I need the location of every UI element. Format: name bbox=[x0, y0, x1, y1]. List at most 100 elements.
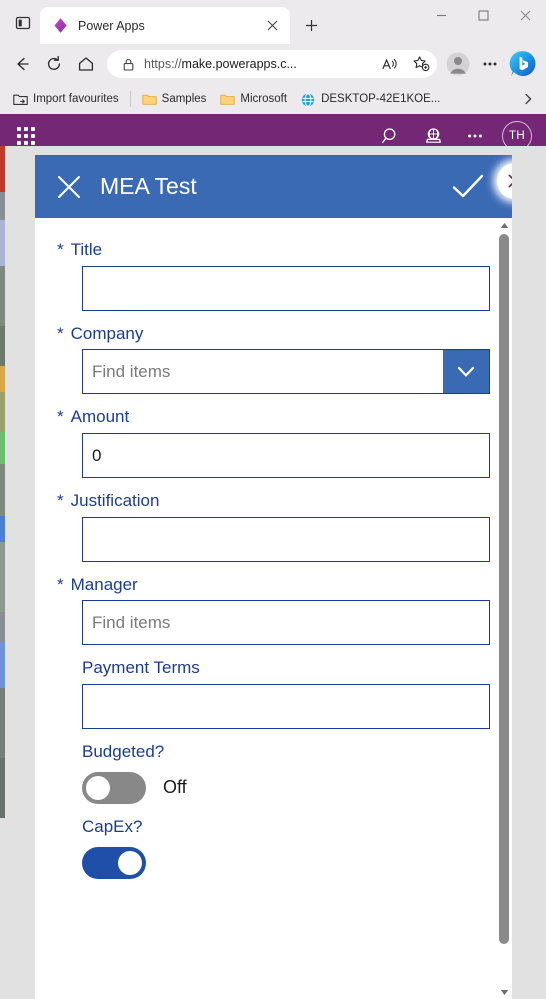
profile-avatar-icon[interactable] bbox=[443, 49, 473, 79]
lock-icon bbox=[121, 57, 136, 72]
browser-titlebar: Power Apps bbox=[0, 0, 546, 44]
budgeted-toggle[interactable] bbox=[82, 771, 146, 804]
form-body: * Title * Company Find items * Amount 0 … bbox=[35, 218, 512, 999]
field-label-row: * Title bbox=[57, 234, 490, 266]
input-placeholder: Find items bbox=[92, 612, 171, 632]
window-controls bbox=[420, 0, 546, 44]
required-asterisk: * bbox=[57, 240, 64, 259]
bookmarks-overflow-chevron-right-icon[interactable] bbox=[516, 87, 540, 111]
budgeted-toggle-row: Off bbox=[82, 768, 490, 804]
read-aloud-icon[interactable] bbox=[377, 52, 401, 76]
import-favourites-icon bbox=[13, 93, 28, 106]
field-payment-terms: Payment Terms bbox=[57, 652, 490, 730]
field-label: Payment Terms bbox=[82, 658, 200, 678]
budgeted-toggle-state-label: Off bbox=[163, 777, 187, 798]
manager-people-picker[interactable]: Find items bbox=[82, 600, 490, 646]
bookmark-label: Import favourites bbox=[33, 93, 119, 105]
refresh-icon[interactable] bbox=[39, 49, 69, 79]
field-label: Amount bbox=[70, 407, 130, 427]
field-label: Company bbox=[70, 323, 144, 343]
field-label-row: Payment Terms bbox=[57, 652, 490, 684]
browser-settings-ellipsis-icon[interactable] bbox=[475, 49, 505, 79]
field-capex: CapEx? bbox=[57, 811, 490, 879]
field-label: Manager bbox=[70, 574, 138, 594]
combobox-placeholder: Find items bbox=[92, 361, 171, 381]
input-value: 0 bbox=[92, 445, 102, 465]
tab-list-icon[interactable] bbox=[6, 6, 40, 40]
form-scrollbar[interactable] bbox=[496, 218, 512, 999]
tab-strip: Power Apps bbox=[0, 0, 420, 44]
tab-title: Power Apps bbox=[78, 18, 145, 33]
form-title: MEA Test bbox=[100, 173, 197, 199]
window-maximize-button[interactable] bbox=[462, 0, 504, 31]
toggle-knob bbox=[86, 775, 110, 800]
field-label-row: * Justification bbox=[57, 485, 490, 517]
bookmark-microsoft[interactable]: Microsoft bbox=[213, 90, 294, 109]
field-budgeted: Budgeted? Off bbox=[57, 736, 490, 804]
field-label: CapEx? bbox=[82, 816, 143, 836]
scrollbar-thumb[interactable] bbox=[499, 234, 509, 944]
capex-toggle[interactable] bbox=[82, 846, 146, 879]
browser-tab[interactable]: Power Apps bbox=[40, 7, 290, 44]
browser-toolbar: https://make.powerapps.c... bbox=[0, 44, 546, 84]
form-cancel-x-icon[interactable] bbox=[51, 169, 87, 205]
required-asterisk: * bbox=[57, 574, 64, 594]
floating-close-button[interactable] bbox=[497, 163, 512, 199]
offscreen-color-strip bbox=[0, 146, 5, 999]
bookmark-label: Microsoft bbox=[240, 93, 288, 105]
add-favorite-star-icon[interactable] bbox=[409, 52, 433, 76]
required-asterisk: * bbox=[57, 407, 64, 427]
back-arrow-icon[interactable] bbox=[7, 49, 37, 79]
folder-icon bbox=[220, 93, 236, 106]
bookmark-label: DESKTOP-42E1KOE... bbox=[321, 93, 441, 105]
field-amount: * Amount 0 bbox=[57, 401, 490, 479]
payment-terms-input[interactable] bbox=[82, 684, 490, 730]
bookmarks-bar: Import favourites Samples Microsoft DESK… bbox=[0, 84, 546, 114]
field-title: * Title bbox=[57, 234, 490, 311]
bookmark-samples[interactable]: Samples bbox=[135, 90, 214, 109]
field-label-row: * Manager bbox=[57, 569, 490, 601]
bing-copilot-icon[interactable] bbox=[507, 48, 539, 80]
globe-icon bbox=[301, 92, 316, 107]
field-label: Budgeted? bbox=[82, 742, 165, 762]
chevron-down-icon[interactable] bbox=[443, 350, 489, 394]
bookmark-desktop[interactable]: DESKTOP-42E1KOE... bbox=[294, 90, 447, 109]
capex-toggle-row bbox=[82, 843, 490, 879]
toggle-knob bbox=[118, 850, 142, 875]
power-apps-diamond-icon bbox=[52, 17, 69, 34]
app-canvas: MEA Test * Title * Company Find items * … bbox=[0, 146, 546, 999]
field-label-row: * Company bbox=[57, 318, 490, 350]
required-asterisk: * bbox=[57, 323, 64, 343]
bookmarks-divider bbox=[129, 91, 131, 107]
home-icon[interactable] bbox=[71, 49, 101, 79]
field-justification: * Justification bbox=[57, 485, 490, 562]
field-label-row: Budgeted? bbox=[57, 736, 490, 768]
url-text: https://make.powerapps.c... bbox=[144, 57, 297, 71]
browser-chrome: Power Apps https://make.powerapps.c... I… bbox=[0, 0, 546, 158]
address-bar[interactable]: https://make.powerapps.c... bbox=[107, 50, 437, 78]
new-tab-button[interactable] bbox=[296, 10, 326, 40]
scroll-down-arrow-icon[interactable] bbox=[496, 985, 512, 999]
field-company: * Company Find items bbox=[57, 318, 490, 395]
field-label: Justification bbox=[70, 491, 160, 511]
window-minimize-button[interactable] bbox=[420, 0, 462, 31]
scroll-up-arrow-icon[interactable] bbox=[496, 218, 512, 232]
field-label: Title bbox=[70, 240, 103, 259]
bookmark-import-favourites[interactable]: Import favourites bbox=[6, 90, 126, 109]
form-submit-checkmark-icon[interactable] bbox=[448, 167, 488, 207]
app-form-panel: MEA Test * Title * Company Find items * … bbox=[35, 155, 512, 999]
justification-input[interactable] bbox=[82, 516, 490, 562]
title-input[interactable] bbox=[82, 265, 490, 311]
bookmark-label: Samples bbox=[161, 93, 207, 105]
form-header-bar: MEA Test bbox=[35, 155, 512, 218]
field-label-row: CapEx? bbox=[57, 811, 490, 843]
scrollbar-track[interactable] bbox=[496, 232, 512, 985]
company-combobox[interactable]: Find items bbox=[82, 349, 490, 395]
amount-input[interactable]: 0 bbox=[82, 433, 490, 479]
required-asterisk: * bbox=[57, 491, 64, 511]
field-manager: * Manager Find items bbox=[57, 569, 490, 646]
tab-close-icon[interactable] bbox=[262, 16, 282, 36]
window-close-button[interactable] bbox=[504, 0, 546, 31]
field-label-row: * Amount bbox=[57, 401, 490, 433]
folder-icon bbox=[142, 93, 157, 106]
